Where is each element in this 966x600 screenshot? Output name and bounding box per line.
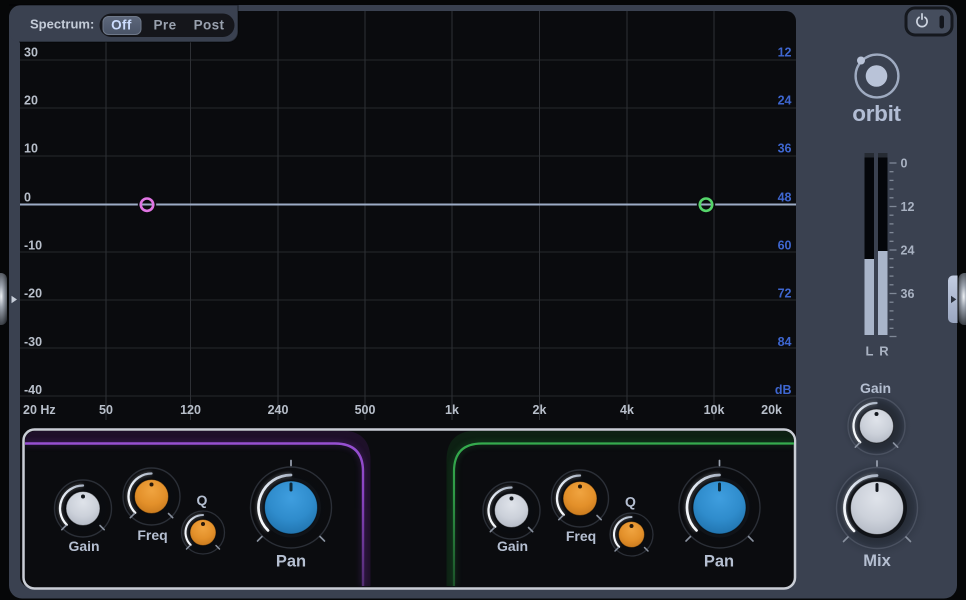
svg-text:12: 12 <box>901 200 915 214</box>
svg-text:Gain: Gain <box>497 538 528 554</box>
svg-text:20 Hz: 20 Hz <box>23 403 56 417</box>
svg-text:dB: dB <box>775 383 792 397</box>
svg-text:1k: 1k <box>445 403 459 417</box>
svg-text:120: 120 <box>180 403 201 417</box>
svg-text:-30: -30 <box>24 335 42 349</box>
svg-text:30: 30 <box>24 46 38 60</box>
svg-text:20k: 20k <box>761 403 782 417</box>
svg-text:84: 84 <box>778 335 792 349</box>
svg-text:50: 50 <box>99 403 113 417</box>
svg-text:Pre: Pre <box>154 18 177 33</box>
svg-text:24: 24 <box>901 244 915 258</box>
svg-text:orbit: orbit <box>852 101 901 126</box>
svg-text:Off: Off <box>111 18 132 33</box>
svg-text:Spectrum:: Spectrum: <box>30 17 94 32</box>
svg-text:Pan: Pan <box>276 553 306 571</box>
svg-text:-20: -20 <box>24 287 42 301</box>
svg-text:10: 10 <box>24 142 38 156</box>
svg-text:Mix: Mix <box>863 552 891 570</box>
svg-text:72: 72 <box>778 287 792 301</box>
svg-text:20: 20 <box>24 94 38 108</box>
svg-text:-40: -40 <box>24 383 42 397</box>
svg-text:60: 60 <box>778 239 792 253</box>
svg-text:Q: Q <box>197 492 208 508</box>
svg-text:Freq: Freq <box>137 527 167 543</box>
svg-text:Pan: Pan <box>704 553 734 571</box>
svg-text:36: 36 <box>901 287 915 301</box>
svg-text:240: 240 <box>268 403 289 417</box>
svg-text:-10: -10 <box>24 239 42 253</box>
svg-text:Freq: Freq <box>566 528 596 544</box>
svg-text:12: 12 <box>778 46 792 60</box>
svg-text:0: 0 <box>901 157 908 171</box>
svg-text:R: R <box>879 344 889 359</box>
svg-text:48: 48 <box>778 191 792 205</box>
svg-text:500: 500 <box>355 403 376 417</box>
svg-text:2k: 2k <box>533 403 547 417</box>
svg-text:Q: Q <box>625 494 636 510</box>
svg-text:10k: 10k <box>704 403 725 417</box>
svg-text:Gain: Gain <box>860 380 891 396</box>
svg-text:0: 0 <box>24 191 31 205</box>
svg-text:4k: 4k <box>620 403 634 417</box>
svg-text:L: L <box>866 344 874 359</box>
svg-text:Gain: Gain <box>68 538 99 554</box>
svg-text:36: 36 <box>778 142 792 156</box>
svg-text:24: 24 <box>778 94 792 108</box>
svg-text:Post: Post <box>194 18 225 33</box>
